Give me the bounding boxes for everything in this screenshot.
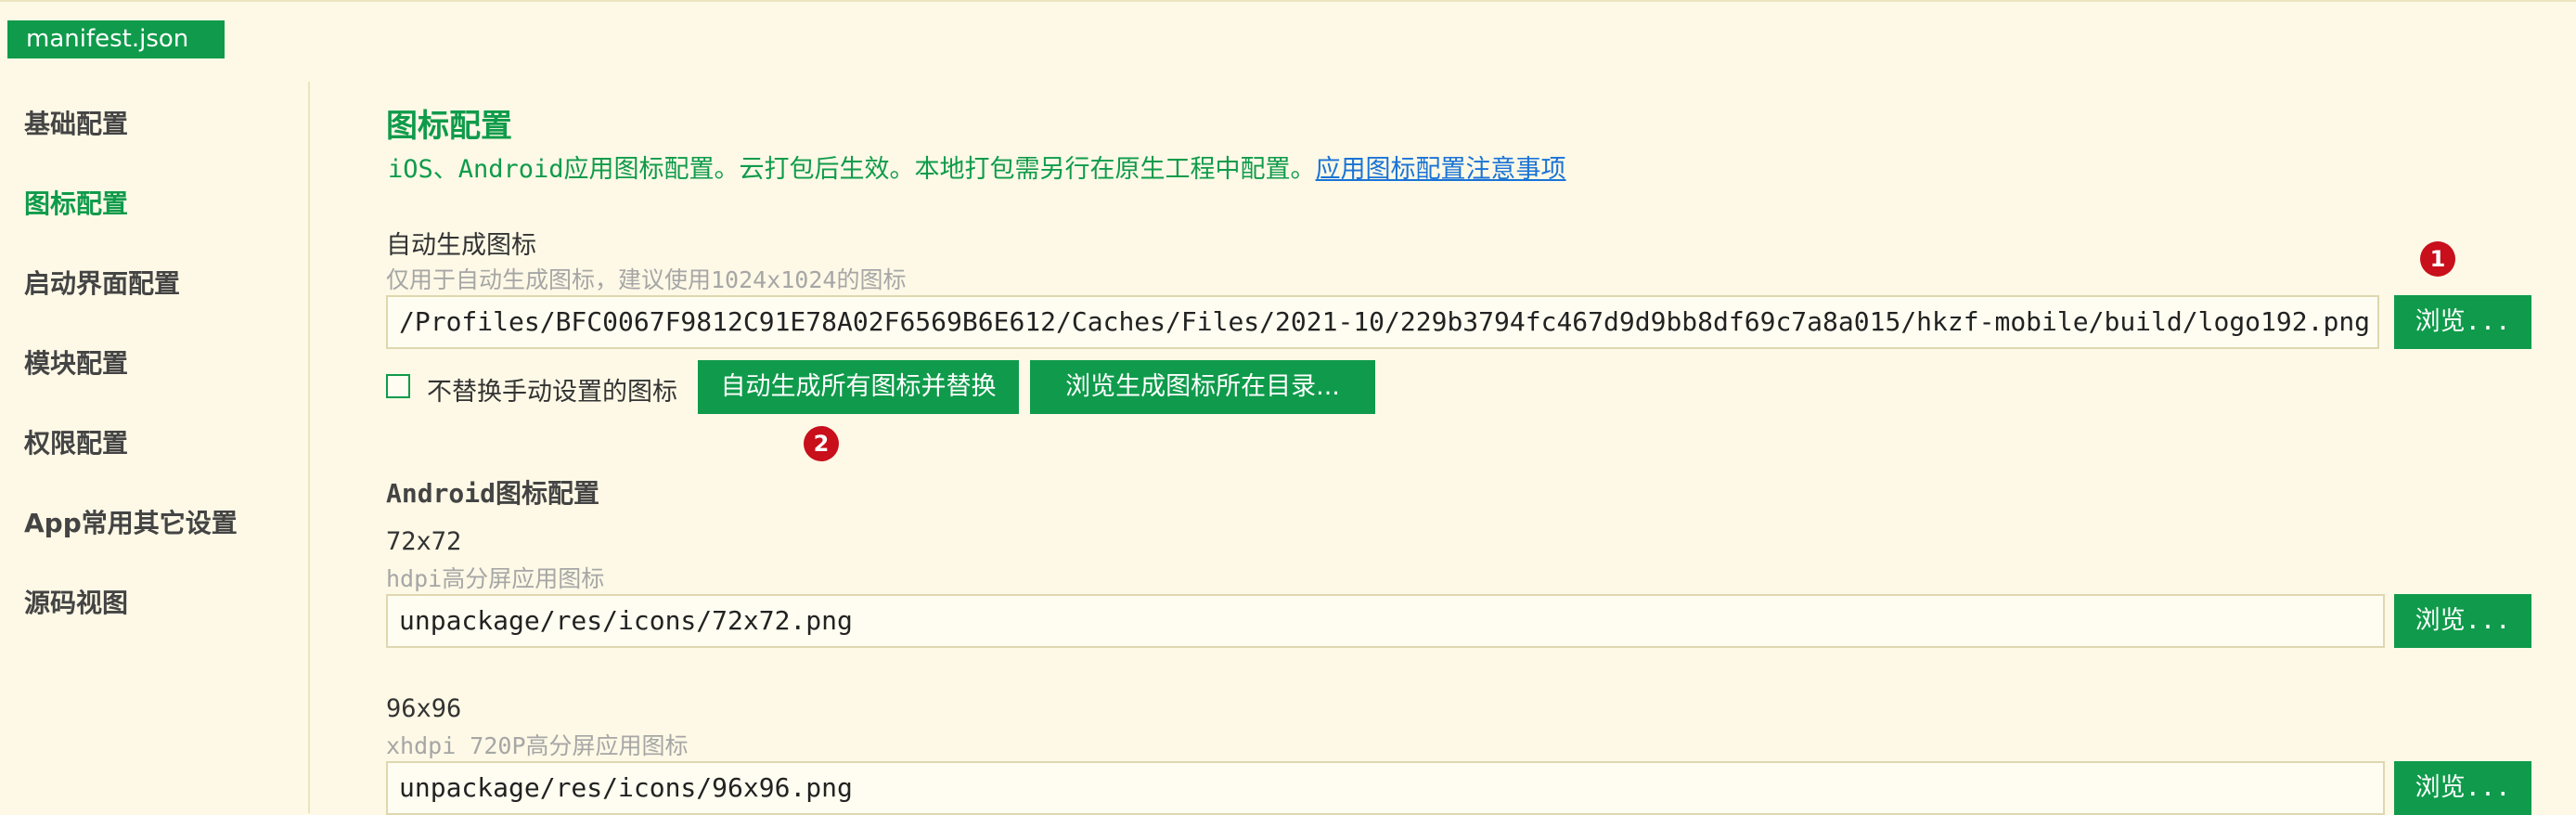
sidebar-item-icons[interactable]: 图标配置 bbox=[24, 184, 128, 221]
browse-button-72[interactable]: 浏览... bbox=[2394, 594, 2531, 648]
open-icons-dir-button[interactable]: 浏览生成图标所在目录... bbox=[1030, 360, 1375, 414]
description-text: iOS、Android应用图标配置。云打包后生效。本地打包需另行在原生工程中配置… bbox=[388, 155, 1316, 184]
icon-hint-72: hdpi高分屏应用图标 bbox=[386, 565, 605, 592]
page-title: 图标配置 bbox=[386, 108, 512, 145]
sidebar-item-source-view[interactable]: 源码视图 bbox=[24, 583, 128, 620]
no-replace-label: 不替换手动设置的图标 bbox=[427, 378, 677, 407]
generate-icons-button[interactable]: 自动生成所有图标并替换 bbox=[698, 360, 1019, 414]
page-description: iOS、Android应用图标配置。云打包后生效。本地打包需另行在原生工程中配置… bbox=[388, 149, 1566, 185]
icon-hint-96: xhdpi 720P高分屏应用图标 bbox=[386, 732, 689, 759]
android-section-title: Android图标配置 bbox=[386, 478, 600, 509]
sidebar-item-app-other[interactable]: App常用其它设置 bbox=[24, 503, 238, 540]
browse-button-96[interactable]: 浏览... bbox=[2394, 761, 2531, 815]
sidebar-item-modules[interactable]: 模块配置 bbox=[24, 343, 128, 381]
auto-icon-path-input[interactable]: /Profiles/BFC0067F9812C91E78A02F6569B6E6… bbox=[386, 295, 2379, 349]
icon-size-96: 96x96 bbox=[386, 694, 462, 723]
main-panel: 图标配置 iOS、Android应用图标配置。云打包后生效。本地打包需另行在原生… bbox=[386, 0, 2557, 815]
icon-path-input-72[interactable]: unpackage/res/icons/72x72.png bbox=[386, 594, 2385, 648]
icon-size-72: 72x72 bbox=[386, 527, 462, 556]
annotation-badge-2: 2 bbox=[804, 426, 839, 461]
browse-button-auto-icon[interactable]: 浏览... bbox=[2394, 295, 2531, 349]
auto-icon-hint: 仅用于自动生成图标，建议使用1024x1024的图标 bbox=[386, 266, 907, 293]
auto-icon-label: 自动生成图标 bbox=[386, 231, 536, 260]
annotation-badge-1: 1 bbox=[2420, 241, 2455, 277]
sidebar-item-permissions[interactable]: 权限配置 bbox=[24, 423, 128, 460]
no-replace-checkbox[interactable] bbox=[386, 374, 410, 398]
sidebar-item-basic[interactable]: 基础配置 bbox=[24, 104, 128, 141]
sidebar-item-splash[interactable]: 启动界面配置 bbox=[24, 264, 180, 301]
icon-path-input-96[interactable]: unpackage/res/icons/96x96.png bbox=[386, 761, 2385, 815]
file-tab-manifest[interactable]: manifest.json bbox=[7, 20, 225, 58]
icon-notes-link[interactable]: 应用图标配置注意事项 bbox=[1316, 155, 1566, 184]
sidebar: 基础配置 图标配置 启动界面配置 模块配置 权限配置 App常用其它设置 源码视… bbox=[0, 82, 310, 813]
